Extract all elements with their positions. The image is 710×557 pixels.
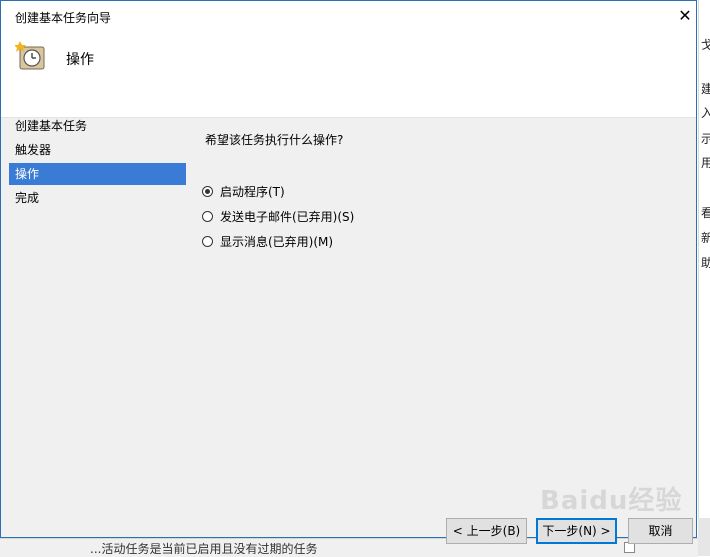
step-finish[interactable]: 完成 xyxy=(9,187,189,209)
baidu-watermark-logo: Baidu经验 xyxy=(540,480,682,517)
background-glyph: 新 xyxy=(701,231,710,245)
back-button[interactable]: < 上一步(B) xyxy=(446,518,527,544)
background-glyph: 用 xyxy=(701,156,710,170)
create-basic-task-wizard: 创建基本任务向导 ✕ 操作 创建基本任务 触发器 操作 完成 希望该任务执行什么… xyxy=(0,0,697,544)
window-title: 创建基本任务向导 xyxy=(15,11,112,25)
radio-button[interactable] xyxy=(202,210,213,222)
option-label: 发送电子邮件(已弃用)(S) xyxy=(220,209,355,224)
background-text: ...活动任务是当前已启用且没有过期的任务 xyxy=(90,542,318,554)
step-trigger[interactable]: 触发器 xyxy=(9,139,189,161)
step-action[interactable]: 操作 xyxy=(9,163,186,185)
background-window-edge: 戈 建 入 示 用 看 新 助 xyxy=(698,0,710,556)
title-bar: 创建基本任务向导 ✕ xyxy=(1,1,696,31)
watermark-text: Baidu经验 xyxy=(540,486,683,516)
wizard-header: 操作 xyxy=(1,31,696,117)
option-send-email[interactable]: 发送电子邮件(已弃用)(S) xyxy=(202,206,354,226)
background-glyph: 示 xyxy=(701,132,710,146)
radio-button[interactable] xyxy=(202,235,213,247)
option-start-program[interactable]: 启动程序(T) xyxy=(202,181,285,201)
background-glyph: 入 xyxy=(701,106,710,120)
option-display-message[interactable]: 显示消息(已弃用)(M) xyxy=(202,231,333,251)
background-glyph: 看 xyxy=(701,206,710,220)
option-label: 启动程序(T) xyxy=(220,184,285,199)
background-scrollbar[interactable] xyxy=(698,518,710,556)
close-button[interactable]: ✕ xyxy=(673,4,697,28)
task-clock-icon xyxy=(15,41,45,70)
cancel-button[interactable]: 取消 xyxy=(628,518,693,544)
background-glyph: 建 xyxy=(701,82,710,96)
wizard-steps: 创建基本任务 触发器 操作 完成 xyxy=(9,115,189,211)
next-button[interactable]: 下一步(N) > xyxy=(536,518,617,544)
background-glyph: 戈 xyxy=(701,38,710,52)
step-create-basic-task[interactable]: 创建基本任务 xyxy=(9,115,189,137)
page-title: 操作 xyxy=(66,52,94,68)
background-glyph: 助 xyxy=(701,256,710,270)
radio-button[interactable] xyxy=(202,185,213,197)
option-label: 显示消息(已弃用)(M) xyxy=(220,234,334,249)
action-question: 希望该任务执行什么操作? xyxy=(205,133,344,147)
